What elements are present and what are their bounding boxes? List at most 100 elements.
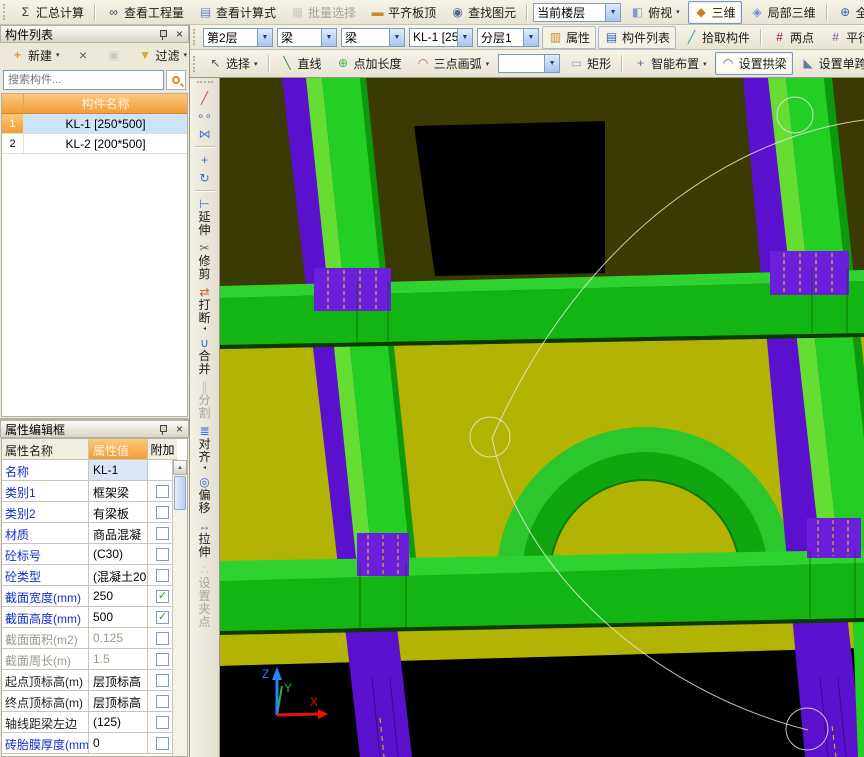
set-arch-beam-button[interactable]: ◠设置拱梁 [715, 52, 793, 75]
full-screen-button[interactable]: ⊕全屏 [832, 1, 864, 24]
property-value[interactable]: 0.125 [89, 628, 148, 648]
two-point-button[interactable]: #两点 [766, 26, 820, 49]
component-row-name[interactable]: KL-1 [250*500] [24, 114, 187, 133]
find-element-button[interactable]: ◉查找图元 [444, 1, 522, 24]
property-value[interactable]: 0 [89, 733, 148, 753]
select-tool-button[interactable]: ↖选择▾ [202, 52, 264, 75]
attach-checkbox[interactable] [156, 632, 169, 645]
attach-checkbox[interactable]: ✓ [156, 611, 169, 624]
arc-option-select-dropdown-icon[interactable]: ▼ [544, 55, 559, 72]
viewport-3d[interactable]: Y Z X [220, 78, 864, 757]
view-quantity-button[interactable]: ∞查看工程量 [100, 1, 190, 24]
property-value[interactable]: 框架梁 [89, 481, 148, 501]
line-tool-button[interactable]: ╲直线 [274, 52, 328, 75]
offset-button[interactable]: ◎偏移 [197, 475, 213, 515]
smart-layout-button[interactable]: +智能布置▾ [627, 52, 713, 75]
new-component-button[interactable]: + 新建 ▾ [4, 44, 66, 67]
floor-select-dropdown-icon[interactable]: ▼ [257, 29, 272, 46]
toolbar-grip[interactable] [197, 81, 213, 85]
property-value[interactable]: 500 [89, 607, 148, 627]
annotation-tool-button[interactable]: ∘∘ [197, 109, 213, 123]
property-row: 类别2有梁板 [2, 502, 177, 523]
filter-funnel-icon: ▼ [138, 49, 153, 62]
extend-icon: ⊢ [197, 197, 213, 211]
trim-button[interactable]: ✂修剪 [197, 241, 213, 281]
break-button[interactable]: ⇄打断◂ [197, 285, 213, 332]
attach-checkbox[interactable] [156, 506, 169, 519]
attach-checkbox[interactable] [156, 569, 169, 582]
merge-button[interactable]: ∪合并 [197, 336, 213, 376]
property-value[interactable]: 250 [89, 586, 148, 606]
component-select[interactable]: KL-1 [250>▼ [409, 28, 473, 47]
pin-icon[interactable] [158, 29, 169, 40]
property-value[interactable]: (C30) [89, 544, 148, 564]
close-icon[interactable]: × [175, 424, 184, 434]
property-value[interactable]: 层顶标高 [89, 670, 148, 690]
set-single-span-haunch-button[interactable]: ◣设置单跨加腋 [795, 52, 864, 75]
type-select-dropdown-icon[interactable]: ▼ [389, 29, 404, 46]
component-select-dropdown-icon[interactable]: ▼ [457, 29, 472, 46]
toolbar-grip[interactable] [193, 56, 197, 72]
toolbar-grip[interactable] [193, 29, 197, 45]
type-select[interactable]: 梁▼ [341, 28, 405, 47]
pick-component-button[interactable]: ╱拾取构件 [678, 26, 756, 49]
property-value[interactable]: KL-1 [89, 460, 148, 480]
attach-checkbox[interactable] [156, 527, 169, 540]
attach-checkbox[interactable] [156, 485, 169, 498]
current-floor-select[interactable]: 当前楼层▼ [533, 3, 621, 22]
property-scrollbar[interactable]: ▲ [172, 460, 187, 756]
attach-checkbox[interactable] [156, 737, 169, 750]
rectangle-tool-button[interactable]: ▭矩形 [563, 52, 617, 75]
pin-icon[interactable] [158, 424, 169, 435]
view-3d-button[interactable]: ◆三维 [688, 1, 742, 24]
arc-option-select[interactable]: ▼ [498, 54, 560, 73]
component-row-name[interactable]: KL-2 [200*500] [24, 134, 187, 153]
delete-component-button[interactable]: × [70, 46, 97, 65]
align-slab-top-button[interactable]: ▬平齐板顶 [364, 1, 442, 24]
filter-button[interactable]: ▼ 过滤 ▾ [132, 44, 194, 67]
scrollbar-thumb[interactable] [174, 476, 186, 510]
property-value[interactable]: (125) [89, 712, 148, 732]
three-point-arc-button[interactable]: ◠三点画弧▾ [410, 52, 496, 75]
partial-3d-button[interactable]: ◈局部三维 [744, 1, 822, 24]
align-button[interactable]: ≣对齐◂ [197, 424, 213, 471]
layer-select-dropdown-icon[interactable]: ▼ [523, 29, 538, 46]
attach-checkbox[interactable]: ✓ [156, 590, 169, 603]
toolbar-grip[interactable] [3, 4, 7, 20]
property-value[interactable]: 1.5 [89, 649, 148, 669]
move-button[interactable]: + [197, 153, 213, 167]
attach-checkbox[interactable] [156, 716, 169, 729]
search-input[interactable] [3, 70, 164, 90]
extend-button[interactable]: ⊢延伸 [197, 197, 213, 237]
category-select[interactable]: 梁▼ [277, 28, 337, 47]
property-value[interactable]: 层顶标高 [89, 691, 148, 711]
property-value[interactable]: (混凝土20 [89, 565, 148, 585]
format-brush-button[interactable]: ╱ [197, 91, 213, 105]
attach-checkbox[interactable] [156, 548, 169, 561]
component-row[interactable]: 2KL-2 [200*500] [2, 134, 187, 154]
top-view-button[interactable]: ◧俯视▾ [624, 1, 686, 24]
view-formula-button[interactable]: ▤查看计算式 [192, 1, 282, 24]
property-row: 类别1框架梁 [2, 481, 177, 502]
attach-checkbox[interactable] [156, 653, 169, 666]
close-icon[interactable]: × [175, 29, 184, 39]
property-value[interactable]: 商品混凝 [89, 523, 148, 543]
attributes-button[interactable]: ▥属性 [542, 26, 596, 49]
attach-checkbox[interactable] [156, 674, 169, 687]
floor-select[interactable]: 第2层▼ [203, 28, 273, 47]
point-plus-length-button[interactable]: ⊕点加长度 [330, 52, 408, 75]
component-list-button[interactable]: ▤构件列表 [598, 26, 676, 49]
category-select-dropdown-icon[interactable]: ▼ [321, 29, 336, 46]
layer-select[interactable]: 分层1▼ [477, 28, 539, 47]
search-button[interactable] [166, 70, 186, 90]
parallel-button[interactable]: #平行 [822, 26, 864, 49]
current-floor-select-dropdown-icon[interactable]: ▼ [605, 4, 620, 21]
scroll-up-icon[interactable]: ▲ [173, 460, 187, 475]
attach-checkbox[interactable] [156, 695, 169, 708]
stretch-button[interactable]: ↔拉伸 [197, 519, 213, 559]
rotate-button[interactable]: ↻ [197, 171, 213, 185]
property-value[interactable]: 有梁板 [89, 502, 148, 522]
summary-calc-button[interactable]: Σ汇总计算 [12, 1, 90, 24]
component-row[interactable]: 1KL-1 [250*500] [2, 114, 187, 134]
mirror-button[interactable]: ⋈ [197, 127, 213, 141]
